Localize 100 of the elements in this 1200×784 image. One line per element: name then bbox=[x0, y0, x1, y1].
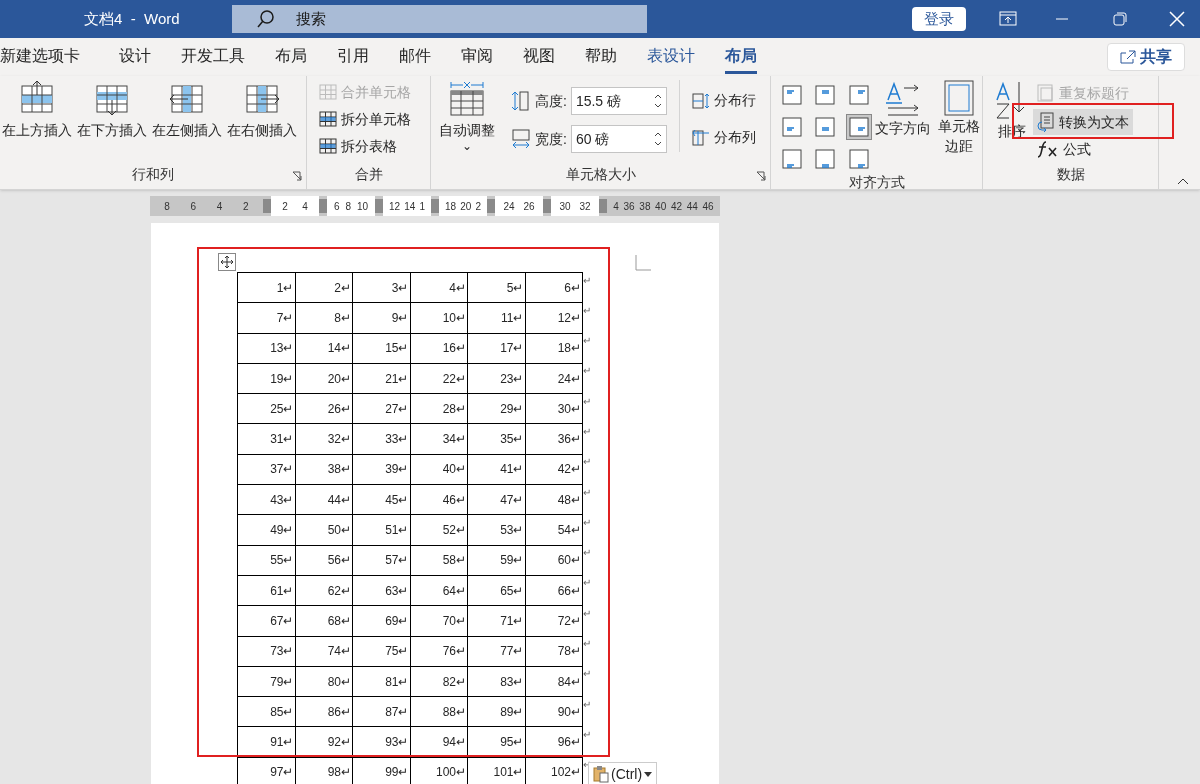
spin-down-icon[interactable] bbox=[653, 141, 662, 146]
distribute-columns-icon bbox=[691, 128, 710, 147]
ribbon-tab[interactable]: 邮件 bbox=[384, 38, 446, 76]
ruler-number: 2 bbox=[282, 199, 288, 214]
table-cell: 1↵ bbox=[237, 272, 295, 303]
table-grid-icon bbox=[319, 111, 337, 127]
distribute-rows-icon bbox=[691, 91, 710, 110]
table-cell: 62↵ bbox=[295, 575, 353, 606]
ribbon-tab[interactable]: 表设计 bbox=[632, 38, 710, 76]
row-end-mark: ↵ bbox=[583, 427, 591, 437]
ribbon-tab[interactable]: 审阅 bbox=[446, 38, 508, 76]
share-button[interactable]: 共享 bbox=[1107, 43, 1185, 71]
distribute-rows-button[interactable]: 分布行 bbox=[691, 90, 756, 111]
row-end-mark: ↵ bbox=[583, 669, 591, 680]
table-cell: 26↵ bbox=[295, 393, 353, 424]
table-cell: 29↵ bbox=[467, 393, 525, 424]
ruler-number: 1 bbox=[419, 199, 425, 214]
table-cell: 39↵ bbox=[352, 454, 410, 485]
ribbon-tab[interactable]: 视图 bbox=[508, 38, 570, 76]
size-spin-field[interactable]: 60 磅 bbox=[570, 125, 667, 153]
size-spin-field[interactable]: 15.5 磅 bbox=[570, 87, 667, 115]
ruler-number: 32 bbox=[579, 199, 591, 214]
table-cell: 31↵ bbox=[237, 424, 295, 455]
ruler-number: 12 bbox=[389, 199, 401, 214]
ruler-number: 6 bbox=[333, 199, 340, 214]
ruler-marker[interactable] bbox=[487, 199, 495, 213]
search-field[interactable]: 搜索 bbox=[232, 5, 647, 33]
alignment-button[interactable] bbox=[779, 82, 805, 108]
dialog-launcher-icon[interactable] bbox=[756, 171, 766, 181]
ribbon-tab[interactable]: 设计 bbox=[104, 38, 166, 76]
text-direction-button[interactable]: 文字方向 bbox=[875, 80, 931, 139]
table-cell: 22↵ bbox=[410, 363, 468, 394]
ruler-marker[interactable] bbox=[319, 199, 327, 213]
row-end-mark: ↵ bbox=[583, 517, 591, 528]
table-grid-icon bbox=[319, 84, 337, 100]
alignment-button[interactable] bbox=[779, 114, 805, 140]
close-icon[interactable] bbox=[1169, 11, 1185, 27]
ribbon-tab[interactable]: 布局 bbox=[260, 38, 322, 76]
alignment-button[interactable] bbox=[845, 114, 872, 140]
table-cell: 88↵ bbox=[410, 696, 468, 727]
table-cell: 6↵ bbox=[525, 272, 583, 303]
row-end-mark: ↵ bbox=[583, 336, 591, 347]
table-cell: 91↵ bbox=[237, 726, 295, 758]
dialog-launcher-icon[interactable] bbox=[292, 171, 302, 181]
ribbon-tab[interactable]: 布局 bbox=[710, 38, 772, 76]
table-move-handle-icon[interactable] bbox=[218, 253, 236, 271]
table-cell: 25↵ bbox=[237, 393, 295, 424]
ruler-marker[interactable] bbox=[263, 199, 271, 213]
size-label: 高度: bbox=[535, 91, 567, 111]
spin-up-icon[interactable] bbox=[653, 94, 662, 99]
table-cell: 51↵ bbox=[352, 514, 410, 546]
insert-button[interactable]: 在右侧插入 bbox=[225, 80, 299, 141]
ribbon-tab[interactable]: 开发工具 bbox=[166, 38, 260, 76]
restore-icon[interactable] bbox=[1113, 12, 1127, 26]
table-cell: 54↵ bbox=[525, 514, 583, 546]
ruler-marker[interactable] bbox=[375, 199, 383, 213]
convert-to-text-button[interactable]: 转换为文本 bbox=[1033, 109, 1133, 135]
table-cell: 58↵ bbox=[410, 545, 468, 576]
table-cell: 68↵ bbox=[295, 605, 353, 637]
table-cell: 30↵ bbox=[525, 393, 583, 424]
insert-button[interactable]: 在左侧插入 bbox=[150, 80, 224, 141]
paste-options-button[interactable]: (Ctrl) bbox=[588, 762, 658, 784]
collapse-ribbon-icon[interactable] bbox=[1177, 177, 1189, 185]
ruler-marker[interactable] bbox=[599, 199, 607, 213]
merge-button[interactable]: 拆分单元格 bbox=[319, 107, 411, 131]
table-cell: 63↵ bbox=[352, 575, 410, 606]
spin-up-icon[interactable] bbox=[653, 132, 662, 137]
formula-button[interactable]: 公式 bbox=[1033, 136, 1133, 162]
ruler-marker[interactable] bbox=[543, 199, 551, 213]
spin-down-icon[interactable] bbox=[653, 103, 662, 108]
table-cell: 38↵ bbox=[295, 454, 353, 485]
table-cell: 17↵ bbox=[467, 333, 525, 364]
merge-button[interactable]: 拆分表格 bbox=[319, 134, 411, 158]
size-label: 宽度: bbox=[535, 129, 567, 149]
alignment-button[interactable] bbox=[779, 146, 805, 172]
ribbon-tab[interactable]: 帮助 bbox=[570, 38, 632, 76]
table-cell: 3↵ bbox=[352, 272, 410, 303]
ruler-marker[interactable] bbox=[431, 199, 439, 213]
ribbon-tab[interactable]: 引用 bbox=[322, 38, 384, 76]
table-cell: 35↵ bbox=[467, 424, 525, 455]
table-cell: 37↵ bbox=[237, 454, 295, 485]
row-end-mark: ↵ bbox=[583, 305, 591, 316]
repeat-header-icon bbox=[1037, 84, 1055, 102]
ribbon-tab[interactable]: 新建选项卡 bbox=[0, 38, 80, 76]
table-cell: 5↵ bbox=[467, 272, 525, 303]
ruler-number: 10 bbox=[356, 199, 368, 214]
ribbon-display-icon[interactable] bbox=[999, 11, 1017, 27]
autofit-button[interactable]: 自动调整 ⌄ bbox=[439, 80, 495, 151]
window-title: 文档4 - Word bbox=[84, 8, 181, 29]
sign-in-button[interactable]: 登录 bbox=[912, 7, 966, 31]
table-cell: 69↵ bbox=[352, 605, 410, 637]
insert-button[interactable]: 在下方插入 bbox=[75, 80, 149, 141]
insert-button[interactable]: 在上方插入 bbox=[0, 80, 74, 141]
cell-margins-button[interactable]: 单元格边距 bbox=[935, 80, 982, 156]
ruler-number: 6 bbox=[190, 199, 197, 214]
distribute-columns-button[interactable]: 分布列 bbox=[691, 127, 756, 148]
table-cell: 20↵ bbox=[295, 363, 353, 394]
table-cell: 94↵ bbox=[410, 726, 468, 758]
group-title: 对齐方式 bbox=[848, 173, 905, 192]
table-cell: 72↵ bbox=[525, 605, 583, 637]
